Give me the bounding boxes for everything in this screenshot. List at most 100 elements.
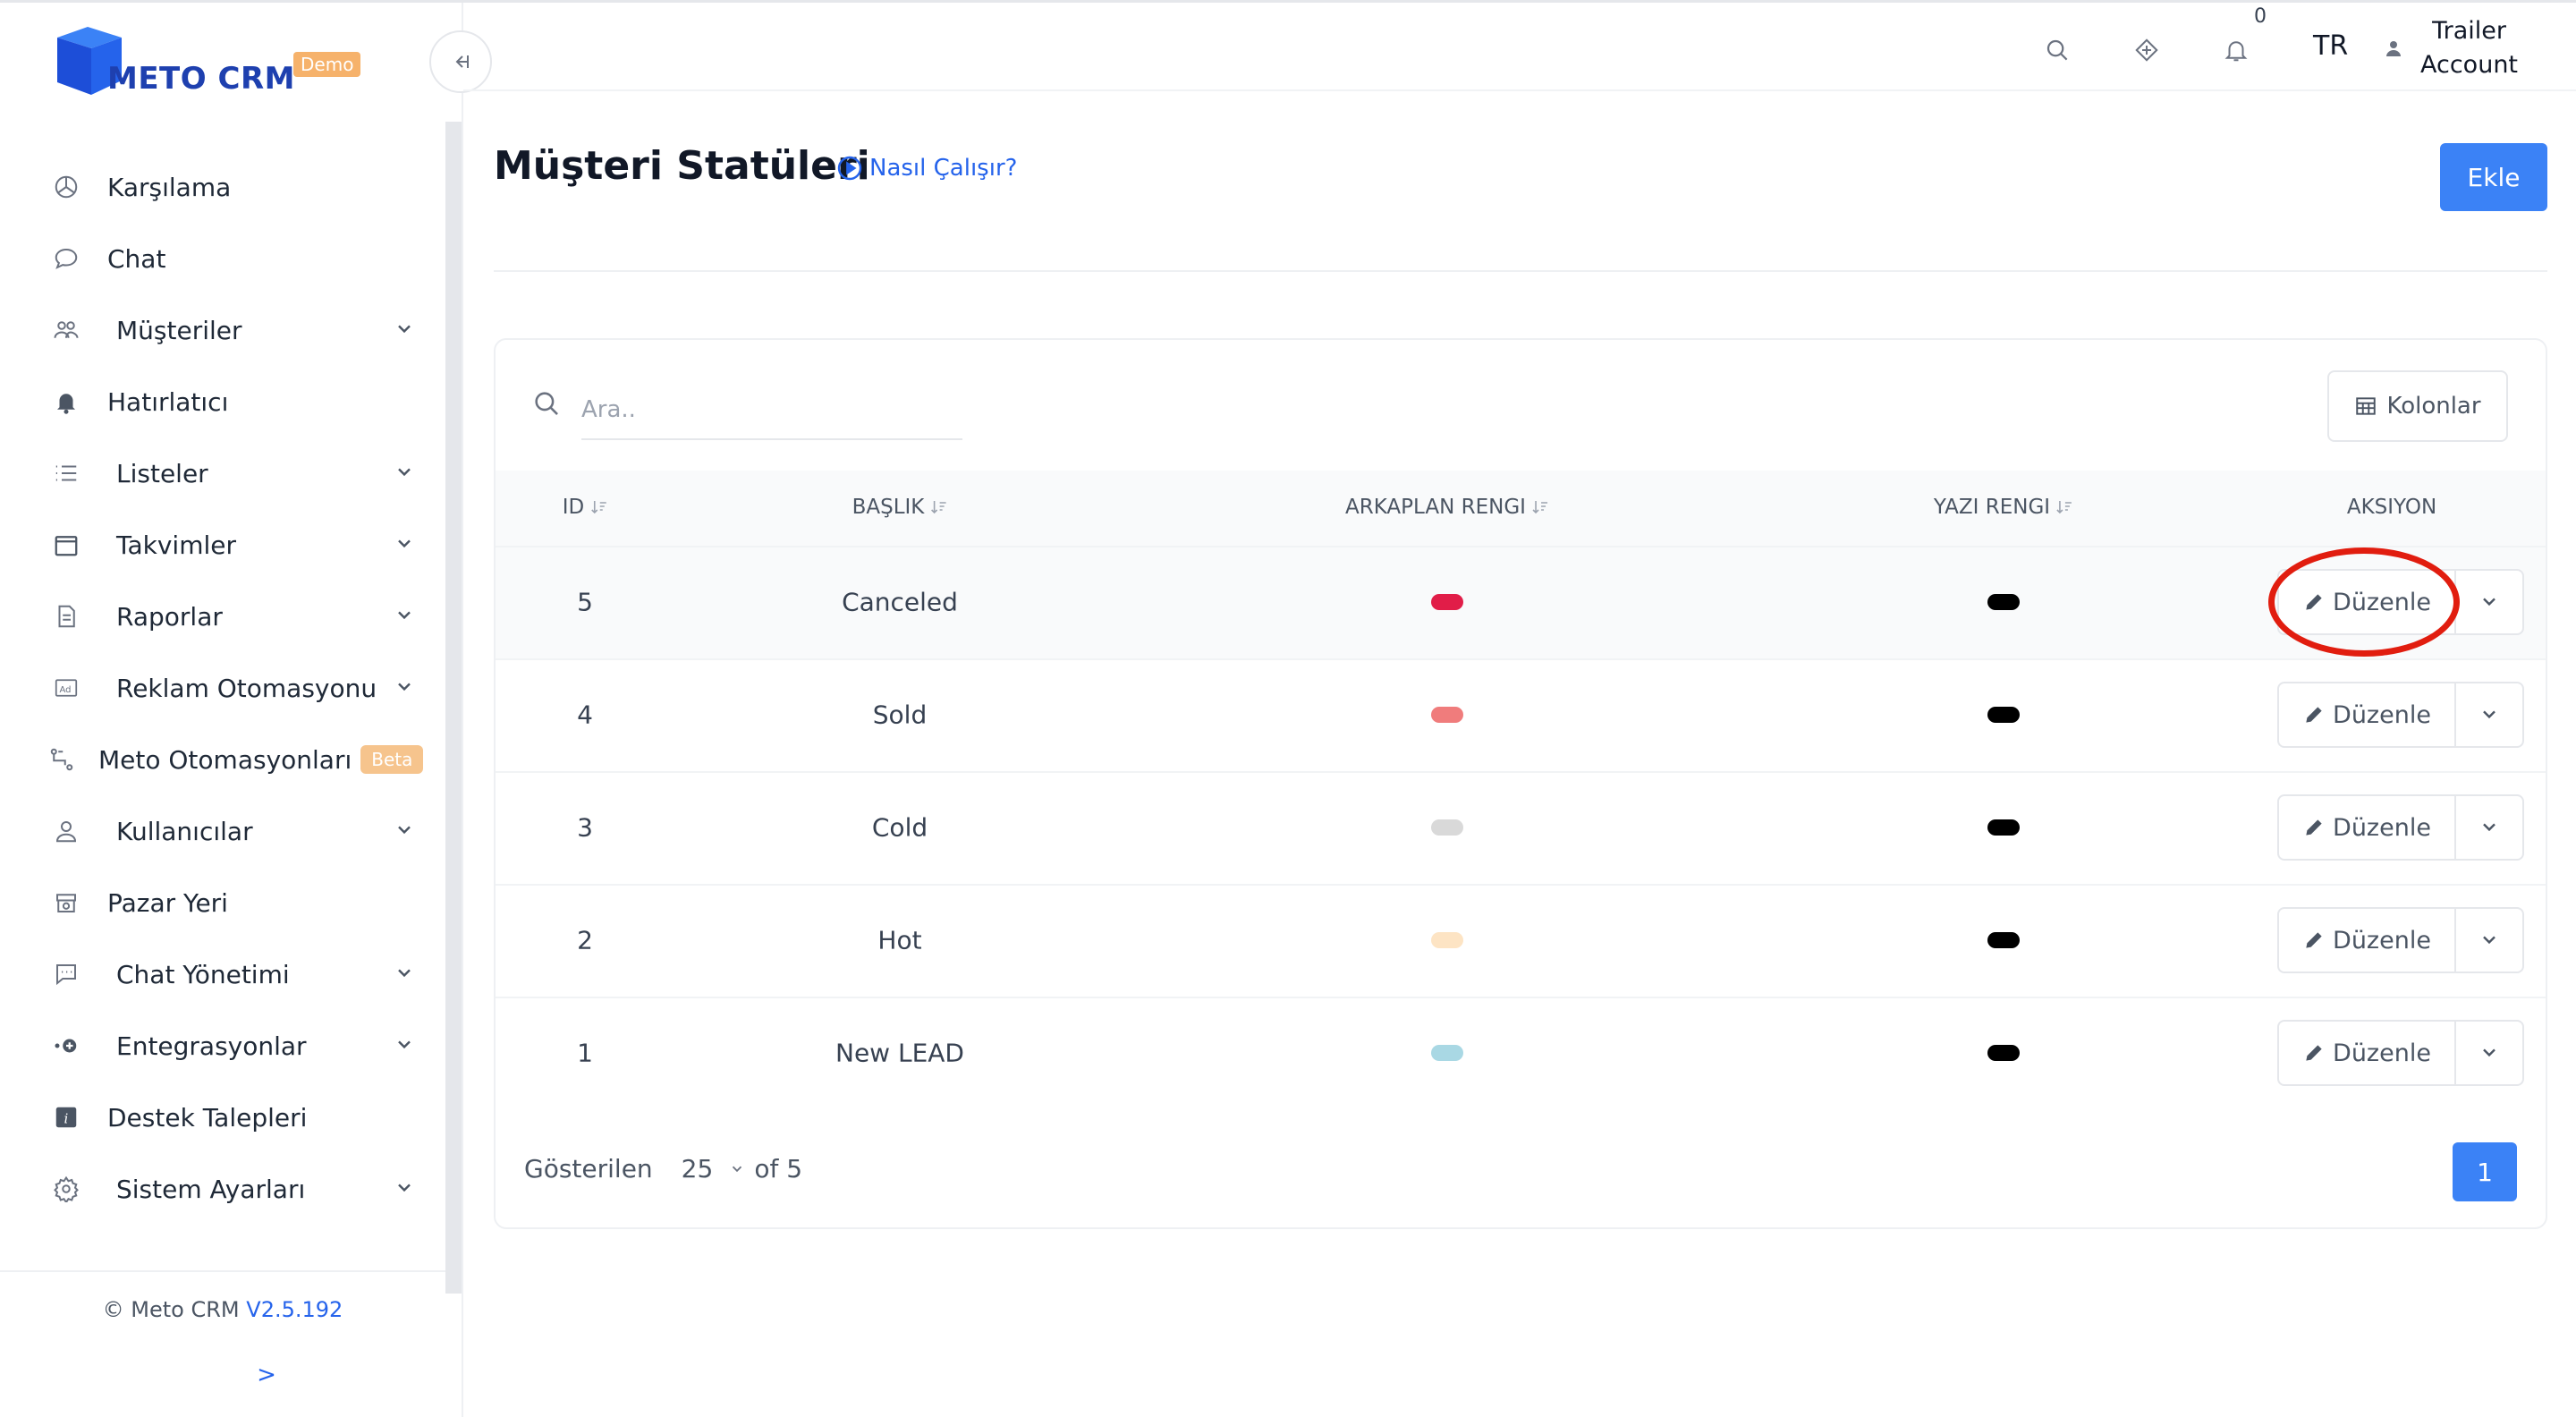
chevron-down-icon — [398, 1184, 411, 1192]
version-link[interactable]: V2.5.192 — [246, 1297, 343, 1322]
integration-icon — [48, 1028, 84, 1064]
account-name-line1: Trailer — [2432, 17, 2506, 45]
sidebar-item-5[interactable]: Listeler — [48, 445, 415, 501]
column-header-text-color-label: YAZI RENGI — [1933, 496, 2051, 519]
column-header-title-label: BAŞLIK — [852, 496, 925, 519]
search-icon[interactable] — [2039, 32, 2075, 68]
sidebar-item-2[interactable]: Chat — [48, 231, 415, 286]
column-header-text-color[interactable]: YAZI RENGI — [1934, 496, 2073, 519]
row-actions-dropdown[interactable] — [2456, 1020, 2524, 1086]
sort-icon — [590, 501, 606, 514]
page-size-select[interactable]: 25 of 5 — [682, 1154, 802, 1184]
sidebar-collapse-button[interactable] — [429, 30, 492, 93]
sidebar-item-8[interactable]: Ad Reklam Otomasyonu — [48, 660, 415, 716]
edit-button[interactable]: Düzenle — [2277, 682, 2456, 748]
edit-button-label: Düzenle — [2333, 926, 2431, 955]
expand-chevron — [394, 676, 415, 698]
search-input[interactable] — [581, 381, 962, 440]
sidebar-item-1[interactable]: Karşılama — [48, 159, 415, 215]
sidebar-item-6[interactable]: Takvimler — [48, 517, 415, 573]
sidebar-footer-divider — [0, 1270, 445, 1272]
page-1-button[interactable]: 1 — [2453, 1142, 2517, 1201]
account-menu[interactable]: Trailer Account — [2383, 14, 2518, 82]
column-header-bg-color-label: ARKAPLAN RENGI — [1345, 496, 1526, 519]
columns-button[interactable]: Kolonlar — [2327, 370, 2508, 442]
sidebar-item-label: Pazar Yeri — [107, 887, 228, 918]
diamond-icon[interactable] — [2129, 32, 2165, 68]
page-size-value: 25 — [681, 1154, 714, 1184]
sidebar-item-4[interactable]: Hatırlatıcı — [48, 374, 415, 429]
sidebar-item-11[interactable]: Pazar Yeri — [48, 875, 415, 930]
beta-badge: Beta — [360, 745, 424, 774]
sidebar-item-12[interactable]: Chat Yönetimi — [48, 946, 415, 1002]
chevron-down-icon — [2483, 598, 2496, 607]
row-actions-dropdown[interactable] — [2456, 569, 2524, 635]
sidebar-item-label: Listeler — [116, 458, 208, 488]
sidebar-item-label: Karşılama — [107, 172, 232, 202]
sidebar-item-9[interactable]: Meto Otomasyonları Beta — [48, 732, 424, 787]
sidebar-item-3[interactable]: Müşteriler — [48, 302, 415, 358]
sidebar-item-15[interactable]: Sistem Ayarları — [48, 1161, 415, 1217]
sidebar-item-14[interactable]: i Destek Talepleri — [48, 1090, 415, 1145]
sidebar-item-label: Hatırlatıcı — [107, 386, 229, 417]
chevron-down-icon — [2483, 936, 2496, 945]
chevron-down-icon — [398, 325, 411, 334]
report-icon — [48, 598, 84, 634]
edit-button[interactable]: Düzenle — [2277, 907, 2456, 973]
edit-button-label: Düzenle — [2333, 700, 2431, 729]
cell-title: Hot — [877, 925, 922, 955]
expand-chevron — [394, 605, 415, 626]
chevron-down-icon — [398, 969, 411, 978]
row-actions-dropdown[interactable] — [2456, 682, 2524, 748]
text-color-swatch — [1987, 819, 2020, 836]
brand-name: METO CRM — [107, 61, 295, 97]
users-icon — [48, 312, 84, 348]
expand-chevron — [394, 819, 415, 841]
header-divider — [463, 89, 2576, 91]
cell-id: 2 — [577, 925, 593, 955]
sidebar-item-label: Sistem Ayarları — [116, 1174, 306, 1204]
chat-bubble-icon — [48, 241, 84, 276]
search-icon — [531, 388, 562, 419]
add-button[interactable]: Ekle — [2440, 143, 2547, 211]
sidebar-item-13[interactable]: Entegrasyonlar — [48, 1018, 415, 1073]
chevron-down-icon — [2483, 710, 2496, 719]
how-it-works-link[interactable]: Nasıl Çalışır? — [835, 154, 1017, 182]
column-header-id-label: ID — [562, 496, 585, 519]
sidebar-item-label: Meto Otomasyonları — [98, 744, 352, 775]
column-header-bg-color[interactable]: ARKAPLAN RENGI — [1345, 496, 1549, 519]
how-it-works-label: Nasıl Çalışır? — [869, 155, 1018, 182]
bell-icon — [48, 384, 84, 420]
chevron-down-icon — [398, 683, 411, 692]
column-header-id[interactable]: ID — [563, 496, 608, 519]
automation-icon — [48, 742, 75, 777]
sort-icon — [930, 501, 946, 514]
sidebar-item-label: Kullanıcılar — [116, 816, 253, 846]
annotation-circle — [2268, 547, 2460, 657]
language-selector[interactable]: TR — [2313, 30, 2348, 62]
edit-button[interactable]: Düzenle — [2277, 1020, 2456, 1086]
chevron-down-icon — [2483, 823, 2496, 832]
row-actions-dropdown[interactable] — [2456, 794, 2524, 861]
bell-icon[interactable] — [2218, 32, 2254, 68]
sidebar-scrollbar[interactable] — [445, 122, 462, 1294]
bg-color-swatch — [1431, 932, 1463, 948]
row-actions-dropdown[interactable] — [2456, 907, 2524, 973]
info-icon: i — [48, 1099, 84, 1135]
column-header-action-label: AKSIYON — [2346, 496, 2437, 519]
pencil-icon — [2306, 1045, 2322, 1061]
cell-title: Sold — [872, 700, 928, 730]
sidebar-item-7[interactable]: Raporlar — [48, 589, 415, 644]
edit-button-label: Düzenle — [2333, 1039, 2431, 1067]
calendar-icon — [48, 527, 84, 563]
table-row — [496, 546, 2546, 658]
sort-icon — [2056, 501, 2072, 514]
column-header-title[interactable]: BAŞLIK — [852, 496, 948, 519]
sidebar-item-label: Chat Yönetimi — [116, 959, 290, 989]
edit-button[interactable]: Düzenle — [2277, 794, 2456, 861]
sidebar-expand-arrow[interactable]: > — [0, 1362, 533, 1388]
sidebar-item-label: Entegrasyonlar — [116, 1031, 307, 1061]
expand-chevron — [394, 318, 415, 340]
sidebar-item-10[interactable]: Kullanıcılar — [48, 803, 415, 859]
expand-chevron — [394, 1034, 415, 1056]
